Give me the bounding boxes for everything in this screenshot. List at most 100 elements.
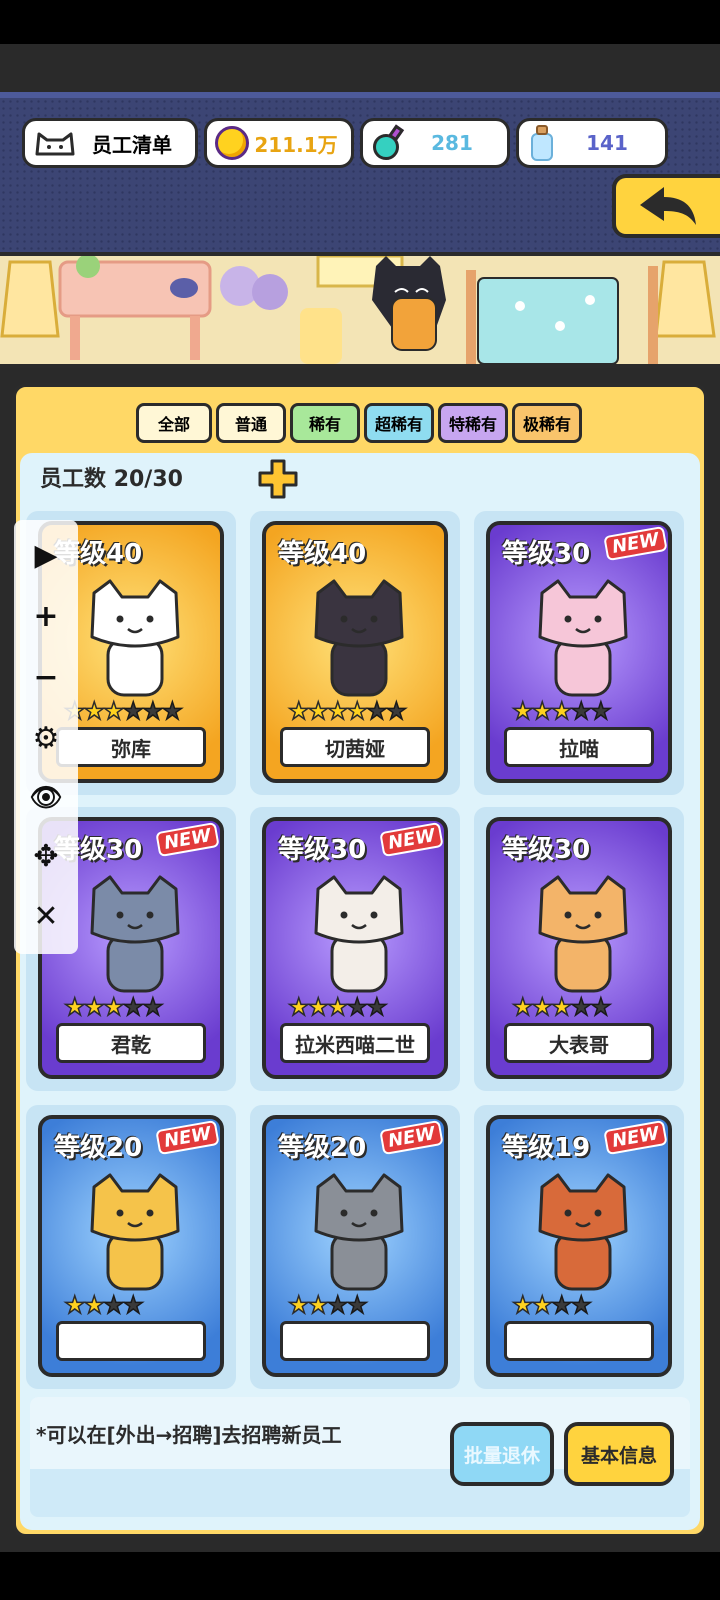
star-icon: ★ bbox=[307, 1290, 330, 1320]
star-icon: ★ bbox=[346, 696, 369, 726]
star-icon: ★ bbox=[346, 1290, 369, 1320]
filter-common[interactable]: 普通 bbox=[216, 403, 286, 443]
staff-card[interactable]: 等级20 NEW ★★★★ bbox=[38, 1115, 224, 1377]
star-icon: ★ bbox=[365, 696, 388, 726]
card-level: 等级30 bbox=[502, 835, 591, 865]
star-rating: ★★★★★★ bbox=[287, 696, 408, 726]
card-name: 大表哥 bbox=[504, 1023, 654, 1063]
floating-toolbar: ▶ + − ⚙ 👁 ✥ ✕ bbox=[14, 520, 78, 954]
staff-card-slot: 等级20 NEW ★★★★ bbox=[26, 1105, 236, 1389]
card-level: 等级20 bbox=[278, 1133, 367, 1163]
back-button[interactable] bbox=[612, 174, 720, 238]
star-icon: ★ bbox=[307, 992, 330, 1022]
star-icon: ★ bbox=[550, 1290, 573, 1320]
star-rating: ★★★★★ bbox=[511, 696, 612, 726]
star-rating: ★★★★ bbox=[287, 1290, 369, 1320]
plus-icon bbox=[258, 459, 298, 499]
bottle-icon bbox=[527, 123, 557, 163]
star-icon: ★ bbox=[570, 696, 593, 726]
star-icon: ★ bbox=[365, 992, 388, 1022]
filter-special-rare[interactable]: 特稀有 bbox=[438, 403, 508, 443]
staff-card-grid: 等级40★★★★★★弥库等级40★★★★★★切茜娅等级30NEW★★★★★拉喵等… bbox=[20, 511, 700, 1391]
star-icon: ★ bbox=[83, 1290, 106, 1320]
staff-count-value: 20/30 bbox=[113, 467, 183, 492]
card-name: 君乾 bbox=[56, 1023, 206, 1063]
cat-character-icon bbox=[90, 579, 180, 697]
staff-card-slot: 等级19 NEW ★★★★ bbox=[474, 1105, 684, 1389]
star-rating: ★★★★★★ bbox=[63, 696, 184, 726]
star-icon: ★ bbox=[550, 696, 573, 726]
star-icon: ★ bbox=[307, 696, 330, 726]
star-icon: ★ bbox=[141, 696, 164, 726]
card-name bbox=[280, 1321, 430, 1361]
star-icon: ★ bbox=[83, 696, 106, 726]
staff-card[interactable]: 等级30 NEW ★★★★★ 拉米西喵二世 bbox=[262, 817, 448, 1079]
filter-ultra-rare[interactable]: 极稀有 bbox=[512, 403, 582, 443]
staff-card-slot: 等级20 NEW ★★★★ bbox=[250, 1105, 460, 1389]
star-rating: ★★★★★ bbox=[287, 992, 388, 1022]
staff-card[interactable]: 等级19 NEW ★★★★ bbox=[486, 1115, 672, 1377]
star-icon: ★ bbox=[511, 696, 534, 726]
star-rating: ★★★★★ bbox=[63, 992, 164, 1022]
filter-rare[interactable]: 稀有 bbox=[290, 403, 360, 443]
zoom-out-icon[interactable]: − bbox=[33, 663, 58, 693]
staff-count-label: 员工数 bbox=[40, 467, 107, 492]
close-icon[interactable]: ✕ bbox=[33, 902, 58, 932]
potion-icon bbox=[371, 124, 405, 160]
star-icon: ★ bbox=[326, 1290, 349, 1320]
card-name bbox=[504, 1321, 654, 1361]
move-icon[interactable]: ✥ bbox=[33, 841, 58, 872]
add-staff-button[interactable] bbox=[258, 459, 298, 499]
star-icon: ★ bbox=[63, 1290, 86, 1320]
star-icon: ★ bbox=[326, 992, 349, 1022]
staff-card[interactable]: 等级20 NEW ★★★★ bbox=[262, 1115, 448, 1377]
star-icon: ★ bbox=[326, 696, 349, 726]
star-icon: ★ bbox=[346, 992, 369, 1022]
card-name: 弥库 bbox=[56, 727, 206, 767]
star-icon: ★ bbox=[570, 992, 593, 1022]
staff-card[interactable]: 等级30 ★★★★★ 大表哥 bbox=[486, 817, 672, 1079]
star-icon: ★ bbox=[531, 992, 554, 1022]
star-rating: ★★★★★ bbox=[511, 992, 612, 1022]
new-badge: NEW bbox=[155, 821, 220, 858]
room-illustration bbox=[0, 256, 720, 364]
zoom-in-icon[interactable]: + bbox=[33, 602, 58, 632]
new-badge: NEW bbox=[379, 821, 444, 858]
staff-card[interactable]: 等级30 NEW ★★★★★ 拉喵 bbox=[486, 521, 672, 783]
cat-character-icon bbox=[538, 875, 628, 993]
bottle-counter[interactable]: 141 bbox=[516, 118, 668, 168]
gear-icon[interactable]: ⚙ bbox=[33, 723, 60, 754]
cat-face-icon bbox=[33, 128, 77, 158]
card-level: 等级30 bbox=[502, 539, 591, 569]
star-icon: ★ bbox=[511, 992, 534, 1022]
potion-counter[interactable]: 281 bbox=[360, 118, 510, 168]
staff-card[interactable]: 等级40 ★★★★★★ 切茜娅 bbox=[262, 521, 448, 783]
star-icon: ★ bbox=[550, 992, 573, 1022]
star-icon: ★ bbox=[287, 696, 310, 726]
eye-icon[interactable]: 👁 bbox=[29, 785, 62, 811]
star-icon: ★ bbox=[102, 1290, 125, 1320]
card-name: 拉喵 bbox=[504, 727, 654, 767]
batch-retire-button[interactable]: 批量退休 bbox=[450, 1422, 554, 1486]
cat-character-icon bbox=[314, 1173, 404, 1291]
potion-value: 281 bbox=[431, 131, 473, 155]
rarity-filter-tabs: 全部 普通 稀有 超稀有 特稀有 极稀有 bbox=[136, 403, 582, 443]
new-badge: NEW bbox=[603, 1119, 668, 1156]
star-icon: ★ bbox=[589, 992, 612, 1022]
star-icon: ★ bbox=[63, 992, 86, 1022]
card-level: 等级20 bbox=[54, 1133, 143, 1163]
cat-character-icon bbox=[90, 1173, 180, 1291]
star-icon: ★ bbox=[511, 1290, 534, 1320]
staff-card-slot: 等级30 NEW ★★★★★ 拉喵 bbox=[474, 511, 684, 795]
filter-all[interactable]: 全部 bbox=[136, 403, 212, 443]
coin-counter[interactable]: 211.1万 bbox=[204, 118, 354, 168]
top-header: 员工清单 211.1万 281 141 bbox=[0, 92, 720, 252]
star-icon: ★ bbox=[287, 1290, 310, 1320]
back-arrow-icon bbox=[640, 187, 696, 225]
play-icon[interactable]: ▶ bbox=[34, 541, 57, 571]
basic-info-button[interactable]: 基本信息 bbox=[564, 1422, 674, 1486]
star-icon: ★ bbox=[141, 992, 164, 1022]
page-title: 员工清单 bbox=[92, 132, 172, 157]
filter-super-rare[interactable]: 超稀有 bbox=[364, 403, 434, 443]
cat-character-icon bbox=[538, 579, 628, 697]
